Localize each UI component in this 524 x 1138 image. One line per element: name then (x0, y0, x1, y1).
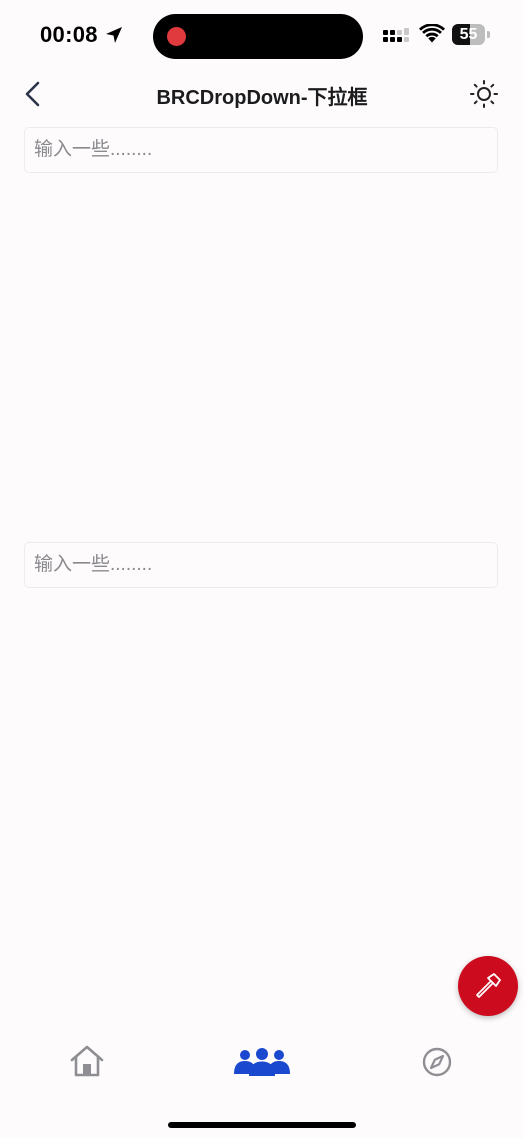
nav-bar: BRCDropDown-下拉框 (0, 72, 524, 116)
tab-bar (0, 1030, 524, 1090)
dropdown-text-field-2[interactable] (25, 543, 497, 587)
people-icon (234, 1048, 290, 1076)
tab-community[interactable] (232, 1038, 292, 1082)
battery-indicator: 55 (452, 24, 492, 45)
status-time: 00:08 (40, 22, 98, 47)
theme-toggle-button[interactable] (468, 78, 500, 110)
recording-indicator-icon (167, 27, 186, 46)
tab-discover[interactable] (407, 1038, 467, 1082)
tab-home[interactable] (57, 1038, 117, 1082)
hammer-icon (476, 973, 501, 998)
battery-level: 55 (459, 26, 478, 43)
home-indicator (168, 1122, 356, 1128)
page-title: BRCDropDown-下拉框 (156, 87, 368, 109)
debug-tools-button[interactable] (458, 956, 518, 1016)
home-icon (70, 1045, 104, 1077)
cellular-signal-icon (383, 28, 409, 42)
sun-icon (470, 80, 498, 108)
wifi-icon (419, 24, 445, 43)
location-arrow-icon (106, 27, 122, 43)
dropdown-input-1[interactable] (24, 127, 498, 173)
dropdown-input-2[interactable] (24, 542, 498, 588)
status-bar: 00:08 55 (0, 0, 524, 72)
dynamic-island (153, 14, 363, 59)
dropdown-text-field-1[interactable] (25, 128, 497, 172)
battery-cap (487, 31, 490, 38)
compass-icon (422, 1047, 452, 1077)
